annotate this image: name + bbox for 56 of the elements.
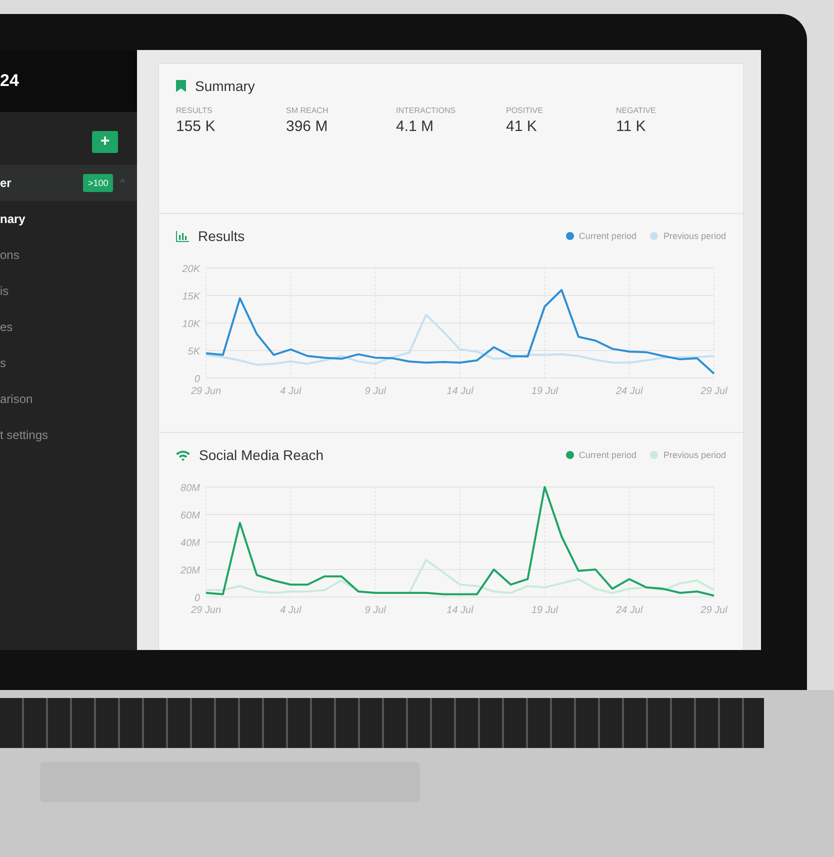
stat-value: 41 K <box>506 118 538 135</box>
bar-chart-icon <box>176 230 189 242</box>
x-tick-label: 29 Jun <box>190 605 222 616</box>
nav-item[interactable]: arison <box>0 381 137 417</box>
x-tick-label: 29 Jul <box>700 605 728 616</box>
y-tick-label: 20M <box>180 566 200 576</box>
stat-label: SM REACH <box>286 106 330 115</box>
project-label: er <box>0 176 12 190</box>
x-tick-label: 9 Jul <box>364 605 386 616</box>
x-tick-label: 14 Jul <box>446 605 474 616</box>
project-item[interactable]: er >100 ^ <box>0 165 137 201</box>
x-tick-label: 24 Jul <box>616 605 643 616</box>
y-tick-label: 40M <box>180 538 200 549</box>
y-tick-label: 10K <box>182 319 200 330</box>
y-tick-label: 0 <box>194 593 200 604</box>
legend-label: Previous period <box>663 231 726 241</box>
x-tick-label: 29 Jun <box>190 386 222 397</box>
stat-label: NEGATIVE <box>616 106 657 115</box>
y-tick-label: 15K <box>182 292 200 302</box>
section-title: Summary <box>195 78 255 94</box>
stat-value: 4.1 M <box>396 118 435 135</box>
chart-title: Social Media Reach <box>199 447 324 463</box>
x-tick-label: 4 Jul <box>280 605 302 616</box>
y-tick-label: 0 <box>194 374 200 385</box>
count-badge: >100 <box>83 174 114 192</box>
legend-label: Previous period <box>663 450 726 460</box>
x-tick-label: 19 Jul <box>531 386 558 397</box>
nav-item[interactable]: t settings <box>0 417 137 453</box>
x-tick-label: 29 Jul <box>700 386 728 397</box>
add-button[interactable]: + <box>92 131 118 153</box>
wifi-icon <box>176 450 190 460</box>
nav-item[interactable]: s <box>0 345 137 381</box>
x-tick-label: 4 Jul <box>280 386 302 397</box>
chart-title: Results <box>198 228 245 244</box>
y-tick-label: 5K <box>188 346 200 358</box>
x-tick-label: 14 Jul <box>446 386 474 397</box>
x-tick-label: 19 Jul <box>531 605 558 616</box>
stat-label: RESULTS <box>176 106 214 115</box>
nav-item[interactable]: es <box>0 309 137 345</box>
stat-label: POSITIVE <box>506 106 544 115</box>
bookmark-icon <box>176 80 186 92</box>
stat-label: INTERACTIONS <box>396 106 457 115</box>
nav-item[interactable]: ons <box>0 237 137 273</box>
nav-item[interactable]: nary <box>0 201 137 237</box>
y-tick-label: 20K <box>182 264 200 275</box>
x-tick-label: 9 Jul <box>364 386 386 397</box>
stat-value: 11 K <box>616 118 647 135</box>
app-title: 24 <box>0 71 19 91</box>
nav-item[interactable]: is <box>0 273 137 309</box>
y-tick-label: 60M <box>180 510 200 522</box>
x-tick-label: 24 Jul <box>616 386 643 397</box>
stat-value: 155 K <box>176 118 216 135</box>
legend-label: Current period <box>578 450 636 460</box>
y-tick-label: 80M <box>180 483 200 494</box>
legend-label: Current period <box>578 231 636 241</box>
stat-value: 396 M <box>286 118 329 135</box>
